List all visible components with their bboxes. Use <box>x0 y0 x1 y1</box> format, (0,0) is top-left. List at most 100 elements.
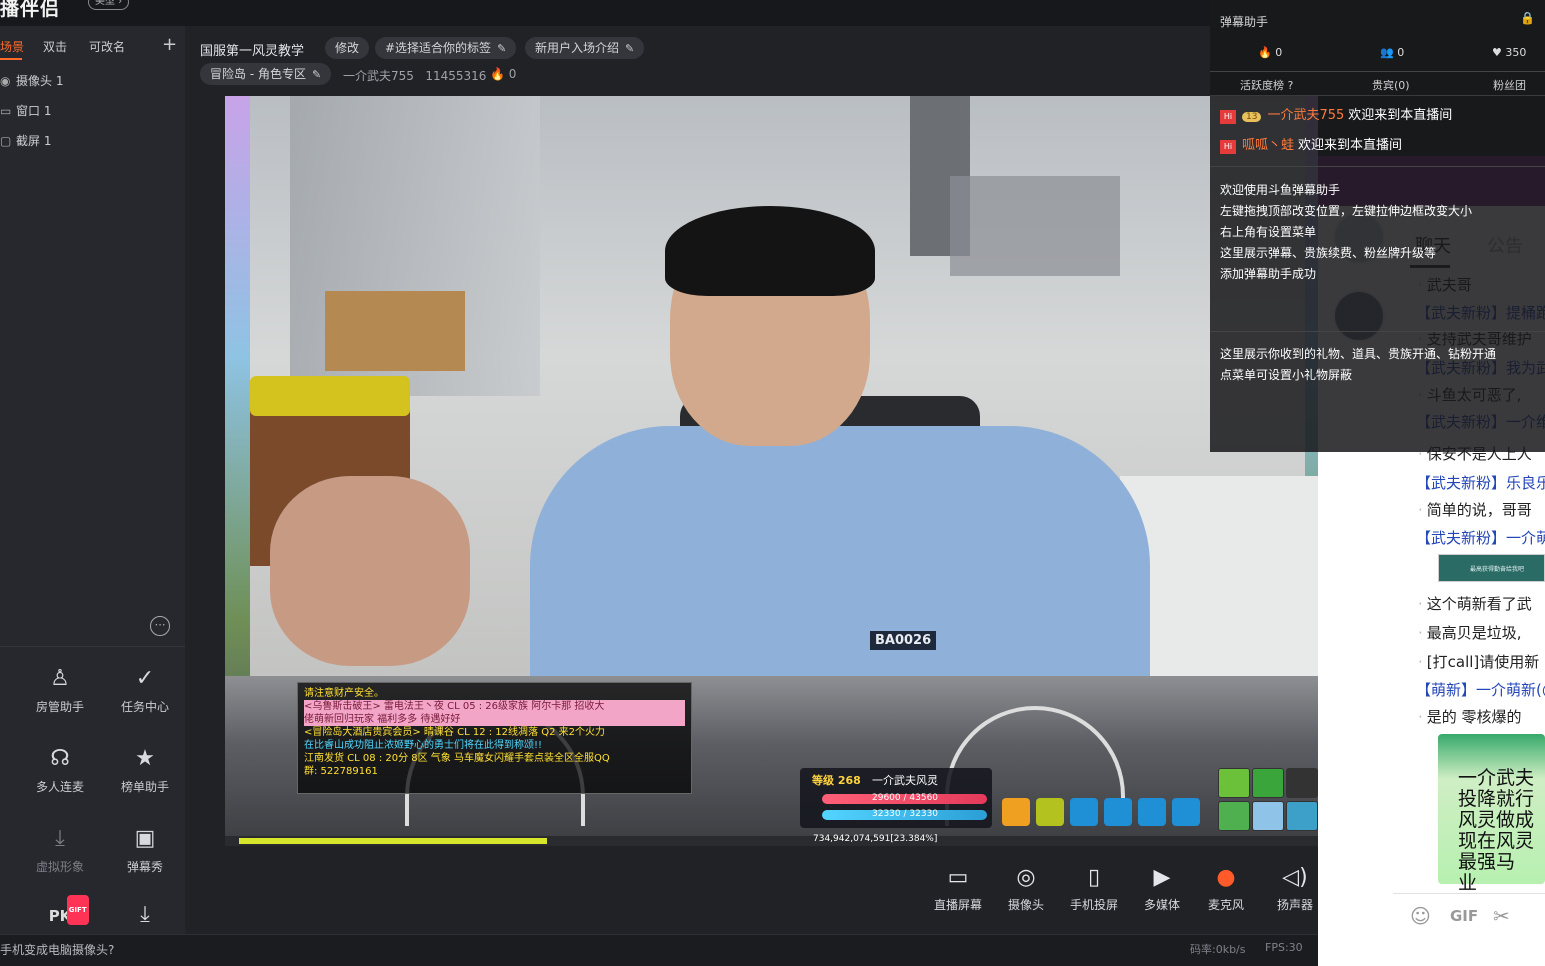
virtual-avatar-button[interactable]: ⤓ 虚拟形象 <box>25 824 95 884</box>
game-chat-line: <冒险岛大酒店贵宾会员> 晴课谷 CL 12 : 12线凋落 Q2 来2个火力 <box>304 727 605 738</box>
multimedia-button[interactable]: ▶ 多媒体 <box>1132 864 1192 913</box>
message-text: 欢迎来到本直播间 <box>1348 108 1453 123</box>
skill-slot <box>1218 768 1250 798</box>
skill-slot <box>1286 768 1318 798</box>
game-gift-icon <box>1002 798 1030 826</box>
char-level: 等级 268 <box>812 774 861 787</box>
streamer-info: 一介武夫755 11455316 <box>343 67 486 84</box>
microphone-button[interactable]: ● 麦克风 <box>1196 864 1256 913</box>
pencil-icon: ✎ <box>625 42 635 55</box>
toolbar-label: 直播屏幕 <box>933 898 982 912</box>
fire-icon: 🔥 <box>490 67 505 81</box>
window-source-icon: ▭ <box>0 104 12 118</box>
tool-label: 任务中心 <box>120 700 169 714</box>
source-screenshot[interactable]: ▢ 截屏 1 <box>0 132 51 152</box>
game-chat-line: 请注意财产安全。 <box>304 688 384 699</box>
scissors-icon[interactable]: ✂ <box>1493 904 1510 928</box>
cam-bin-lid <box>250 376 410 416</box>
tool-label: 虚拟形象 <box>35 860 84 874</box>
skill-slot <box>1252 768 1284 798</box>
tab-scene[interactable]: 场景 <box>0 38 24 55</box>
gif-icon[interactable]: GIF <box>1450 907 1478 925</box>
fans-stat: 👥 0 <box>1380 46 1405 59</box>
tab-activity-rank[interactable]: 活跃度榜 ? <box>1240 77 1293 93</box>
divider <box>1210 331 1545 332</box>
chat-fan-message: 【萌新】一介萌新(@ <box>1416 681 1545 699</box>
download-icon: ⤓ <box>55 826 65 851</box>
person-hand <box>270 476 470 666</box>
download-icon: ⤓ <box>140 902 150 927</box>
phone-cast-button[interactable]: ▯ 手机投屏 <box>1064 864 1124 913</box>
source-window[interactable]: ▭ 窗口 1 <box>0 102 51 122</box>
ranking-helper-button[interactable]: ★ 榜单助手 <box>110 744 180 804</box>
live-screen-button[interactable]: ▭ 直播屏幕 <box>928 864 988 913</box>
room-admin-button[interactable]: ♙ 房管助手 <box>25 664 95 724</box>
chat-message: [打call]请使用新 <box>1418 651 1539 672</box>
fire-stat: 🔥 0 <box>1258 46 1283 59</box>
camera-source-icon: ◉ <box>0 74 11 88</box>
source-label: 摄像头 1 <box>16 74 64 88</box>
camera-button[interactable]: ◎ 摄像头 <box>996 864 1056 913</box>
lock-icon[interactable]: 🔒 <box>1520 11 1535 25</box>
source-camera[interactable]: ◉ 摄像头 1 <box>0 72 63 92</box>
emoji-icon[interactable]: ☺ <box>1410 904 1431 928</box>
level-badge: 13 <box>1242 112 1262 122</box>
chat-fan-message: 【武夫新粉】乐良乐 <box>1416 474 1545 492</box>
tab-rename[interactable]: 可改名 <box>89 38 125 55</box>
tab-double-click[interactable]: 双击 <box>43 38 67 55</box>
mp-bar: 32330 / 32330 <box>822 809 987 820</box>
game-menu-icon <box>1172 798 1200 826</box>
skill-slot <box>1252 801 1284 831</box>
chat-message: 简单的说，哥哥 <box>1418 499 1532 520</box>
hi-badge: Hi <box>1220 140 1236 154</box>
multi-mic-button[interactable]: ☊ 多人连麦 <box>25 744 95 804</box>
game-party-icon <box>1104 798 1132 826</box>
add-scene-button[interactable]: + <box>162 34 177 55</box>
helper-gift-info: 这里展示你收到的礼物、道具、贵族开通、钻粉开通 <box>1220 347 1497 361</box>
screenshot-source-icon: ▢ <box>0 134 12 148</box>
skill-slot <box>1218 801 1250 831</box>
exp-text: 734,942,074,591[23.384%] <box>813 834 938 844</box>
message-text: 欢迎来到本直播间 <box>1298 138 1403 153</box>
hp-bar: 29600 / 43560 <box>822 793 987 804</box>
phone-camera-tip[interactable]: 手机变成电脑摄像头? <box>0 941 114 958</box>
exp-fill <box>239 838 547 844</box>
tool-label: 房管助手 <box>35 700 84 714</box>
task-center-button[interactable]: ✓ 任务中心 <box>110 664 180 724</box>
bitrate: 码率:0kb/s <box>1190 943 1246 956</box>
helper-info-line: 右上角有设置菜单 <box>1220 225 1317 239</box>
category-button[interactable]: 冒险岛 - 角色专区 ✎ <box>200 63 332 85</box>
mode-pill[interactable]: 美型 › <box>88 0 130 10</box>
more-options-button[interactable]: ⋯ <box>150 616 170 636</box>
sticker-text: 一介武夫 投降就行 风灵做成 现在风灵 最强马 业 <box>1458 767 1535 894</box>
game-user-icon <box>1070 798 1098 826</box>
pencil-icon: ✎ <box>311 68 322 81</box>
room-id: 11455316 <box>425 69 487 83</box>
tab-vip[interactable]: 贵宾(0) <box>1372 77 1410 93</box>
source-label: 截屏 1 <box>16 134 52 148</box>
toolbar-label: 麦克风 <box>1207 898 1244 912</box>
hi-badge: Hi <box>1220 110 1236 124</box>
danmaku-helper[interactable]: 弹幕助手 🔒 🔥 0 👥 0 ♥ 350 活跃度榜 ? 贵宾(0) 粉丝团 Hi… <box>1210 0 1545 452</box>
helper-info-line: 添加弹幕助手成功 <box>1220 267 1317 281</box>
fps: FPS:30 <box>1265 941 1303 954</box>
divider <box>0 646 185 647</box>
divider <box>1210 95 1545 96</box>
mic-link-icon: ☊ <box>50 746 70 771</box>
helper-info-line: 左键拖拽顶部改变位置，左键拉伸边框改变大小 <box>1220 204 1473 218</box>
fire-icon: 🔥 <box>1258 46 1272 59</box>
intro-button[interactable]: 新用户入场介绍 ✎ <box>525 37 645 59</box>
toolbar-label: 多媒体 <box>1143 898 1180 912</box>
edit-title-button[interactable]: 修改 <box>325 37 370 59</box>
danmaku-show-button[interactable]: ▣ 弹幕秀 <box>110 824 180 884</box>
person-icon: ♙ <box>50 666 70 691</box>
tab-fan-club[interactable]: 粉丝团 <box>1493 77 1526 93</box>
speaker-button[interactable]: ◁) 扬声器 <box>1265 864 1325 913</box>
helper-message: Hi 13 一介武夫755 欢迎来到本直播间 <box>1220 104 1452 124</box>
chat-fan-message: 【武夫新粉】一介萌 <box>1416 529 1545 547</box>
stream-preview[interactable]: BA0026 请注意财产安全。 <乌鲁斯击破王> 雷电法王丶夜 CL 05 : 2… <box>225 96 1318 846</box>
tag-select-button[interactable]: #选择适合你的标签 ✎ <box>375 37 517 59</box>
message-user: 一介武夫755 <box>1267 108 1345 123</box>
toolbar-label: 手机投屏 <box>1069 898 1118 912</box>
phone-icon: ▯ <box>1087 865 1101 890</box>
